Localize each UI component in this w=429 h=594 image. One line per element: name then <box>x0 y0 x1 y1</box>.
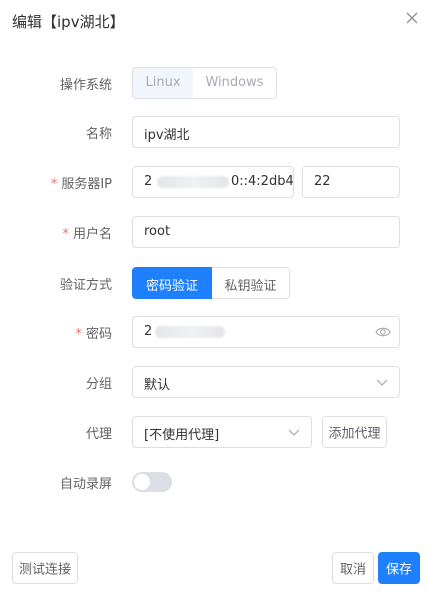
username-row: * 用户名 root <box>0 216 429 248</box>
auth-option-key[interactable]: 私钥验证 <box>212 267 290 299</box>
close-icon[interactable] <box>403 9 421 27</box>
redacted-blur <box>157 176 229 188</box>
os-label: 操作系统 <box>59 78 112 93</box>
server-ip-label: * 服务器IP <box>51 173 112 192</box>
port-input[interactable]: 22 <box>302 166 400 198</box>
group-value: 默认 <box>144 378 171 393</box>
save-button[interactable]: 保存 <box>378 552 420 584</box>
name-label: 名称 <box>85 127 112 142</box>
auto-record-row: 自动录屏 <box>0 466 429 498</box>
proxy-row: 代理 [不使用代理] 添加代理 <box>0 416 429 448</box>
proxy-select[interactable]: [不使用代理] <box>132 416 312 448</box>
required-asterisk: * <box>50 177 58 192</box>
test-connection-label: 测试连接 <box>18 562 71 578</box>
auth-option-key-label: 私钥验证 <box>224 279 277 294</box>
group-select[interactable]: 默认 <box>132 366 400 398</box>
port-value: 22 <box>314 174 331 189</box>
password-input[interactable]: 2 <box>132 316 400 348</box>
username-label-text: 用户名 <box>72 227 112 242</box>
add-proxy-button[interactable]: 添加代理 <box>322 416 387 448</box>
password-value-start: 2 <box>144 324 153 339</box>
chevron-down-icon <box>288 429 300 436</box>
required-asterisk: * <box>75 327 82 342</box>
password-label-text: 密码 <box>85 327 112 342</box>
save-button-label: 保存 <box>385 562 412 578</box>
required-asterisk: * <box>62 227 69 242</box>
server-ip-input[interactable]: 2 0::4:2db4 <box>132 166 294 198</box>
cancel-button[interactable]: 取消 <box>332 552 374 584</box>
add-proxy-button-label: 添加代理 <box>328 426 381 442</box>
group-row: 分组 默认 <box>0 366 429 398</box>
username-input[interactable]: root <box>132 216 400 248</box>
auto-record-label: 自动录屏 <box>59 477 112 492</box>
auth-method-label: 验证方式 <box>59 278 112 293</box>
os-option-linux[interactable]: Linux <box>132 67 194 99</box>
chevron-down-icon <box>376 379 388 386</box>
os-option-windows[interactable]: Windows <box>193 67 277 99</box>
proxy-label: 代理 <box>85 427 112 442</box>
server-ip-label-text: 服务器IP <box>61 177 112 192</box>
name-row: 名称 ipv湖北 <box>0 116 429 148</box>
eye-icon[interactable] <box>375 325 391 339</box>
test-connection-button[interactable]: 测试连接 <box>12 552 78 584</box>
auth-option-password-label: 密码验证 <box>145 279 198 294</box>
proxy-value: [不使用代理] <box>144 428 220 443</box>
server-ip-value-end: 0::4:2db4 <box>231 174 294 189</box>
server-ip-row: * 服务器IP 2 0::4:2db4 22 <box>0 166 429 198</box>
dialog-title: 编辑【ipv湖北】 <box>12 13 125 31</box>
password-row: * 密码 2 <box>0 316 429 348</box>
os-option-windows-label: Windows <box>205 75 264 90</box>
username-label: * 用户名 <box>62 223 112 242</box>
os-row: 操作系统 Linux Windows <box>0 67 429 99</box>
username-value: root <box>144 224 171 239</box>
group-label: 分组 <box>85 377 112 392</box>
switch-knob <box>134 474 150 490</box>
auto-record-switch[interactable] <box>132 472 172 492</box>
cancel-button-label: 取消 <box>339 562 366 578</box>
auth-option-password[interactable]: 密码验证 <box>132 267 212 299</box>
name-input-value: ipv湖北 <box>144 128 190 143</box>
server-ip-value-start: 2 <box>144 174 153 189</box>
os-option-linux-label: Linux <box>145 75 181 90</box>
redacted-blur <box>155 326 225 338</box>
auth-method-row: 验证方式 密码验证 私钥验证 <box>0 267 429 299</box>
password-label: * 密码 <box>75 323 112 342</box>
name-input[interactable]: ipv湖北 <box>132 116 400 148</box>
